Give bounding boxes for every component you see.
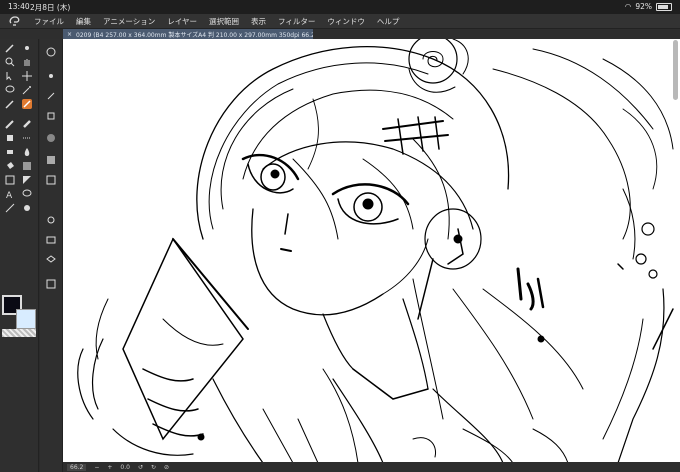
menu-help[interactable]: ヘルプ — [377, 16, 400, 27]
brush-icon[interactable] — [22, 119, 32, 129]
fill-icon[interactable] — [5, 161, 15, 171]
hand-icon[interactable] — [22, 57, 32, 67]
color-history-icon[interactable] — [46, 175, 56, 185]
transparent-color-swatch[interactable] — [2, 329, 36, 337]
rotation-value[interactable]: 0.0 — [120, 464, 130, 471]
date: 2月8日 (木) — [30, 3, 71, 12]
move-icon[interactable] — [22, 71, 32, 81]
balloon-icon[interactable] — [22, 189, 32, 199]
sub-tool-palette — [40, 39, 63, 472]
ios-status-bar: 13:40 2月8日 (木) ◠ 92% — [0, 0, 680, 14]
navigator-icon[interactable] — [46, 47, 56, 57]
text-icon[interactable]: A — [5, 189, 15, 199]
zoom-in-button[interactable]: + — [107, 464, 112, 471]
figure-icon[interactable] — [5, 175, 15, 185]
zoom-level[interactable]: 66.2 — [67, 463, 87, 471]
magic-wand-icon[interactable] — [22, 85, 32, 95]
eraser-icon[interactable] — [5, 147, 15, 157]
rotate-right-icon[interactable]: ↻ — [151, 464, 156, 471]
zoom-out-button[interactable]: − — [94, 464, 99, 471]
layer-stack-icon[interactable] — [46, 255, 56, 265]
airbrush-icon[interactable] — [5, 133, 15, 143]
canvas[interactable] — [63, 39, 680, 463]
close-tab-icon[interactable]: × — [67, 31, 72, 38]
palette-icon[interactable] — [22, 203, 32, 213]
svg-text:A: A — [6, 191, 13, 199]
lasso-icon[interactable] — [5, 85, 15, 95]
operation-icon[interactable] — [5, 71, 15, 81]
reset-rotation-icon[interactable]: ⊘ — [164, 464, 169, 471]
document-tab[interactable]: × 0209 (B4 257.00 x 364.00mm 製本サイズA4 判 2… — [63, 29, 313, 39]
menu-selection[interactable]: 選択範囲 — [209, 16, 239, 27]
gradient-icon[interactable] — [22, 161, 32, 171]
brush-size-icon[interactable] — [22, 43, 32, 53]
sub-color-swatch[interactable] — [16, 309, 36, 329]
sub-tool-icon[interactable] — [46, 111, 56, 121]
menu-animation[interactable]: アニメーション — [103, 16, 155, 27]
battery-icon — [656, 2, 672, 11]
tool-palette: A — [0, 39, 39, 472]
zoom-icon[interactable] — [5, 57, 15, 67]
material-icon[interactable] — [46, 279, 56, 289]
vertical-scrollbar[interactable] — [673, 40, 678, 100]
brush-size-panel-icon[interactable] — [46, 71, 56, 81]
rotate-left-icon[interactable]: ↺ — [138, 464, 143, 471]
menu-layer[interactable]: レイヤー — [167, 16, 197, 27]
color-set-icon[interactable] — [46, 155, 56, 165]
menu-bar: ファイル 編集 アニメーション レイヤー 選択範囲 表示 フィルター ウィンドウ… — [0, 14, 680, 29]
layer-property-icon[interactable] — [46, 215, 56, 225]
pen-icon[interactable] — [22, 99, 32, 109]
clock: 13:40 — [8, 2, 30, 11]
blend-icon[interactable] — [22, 147, 32, 157]
tool-property-icon[interactable] — [46, 91, 56, 101]
frame-icon[interactable] — [22, 175, 32, 185]
menu-filter[interactable]: フィルター — [278, 16, 315, 27]
eyedropper-icon[interactable] — [5, 99, 15, 109]
battery-percent: 92% — [635, 2, 652, 11]
color-wheel-icon[interactable] — [46, 133, 56, 143]
menu-window[interactable]: ウィンドウ — [327, 16, 365, 27]
pencil-icon[interactable] — [5, 119, 15, 129]
decoration-icon[interactable] — [22, 133, 32, 143]
app-logo-icon[interactable] — [8, 16, 22, 26]
line-art-sketch[interactable] — [63, 39, 680, 463]
correct-line-icon[interactable] — [5, 203, 15, 213]
menu-edit[interactable]: 編集 — [76, 16, 91, 27]
canvas-bottom-bar: 66.2 − + 0.0 ↺ ↻ ⊘ — [63, 462, 680, 472]
pen-tool-icon[interactable] — [5, 43, 15, 53]
wifi-icon: ◠ — [624, 2, 632, 11]
layer-icon[interactable] — [46, 235, 56, 245]
menu-view[interactable]: 表示 — [251, 16, 266, 27]
document-title: 0209 (B4 257.00 x 364.00mm 製本サイズA4 判 210… — [76, 31, 313, 39]
menu-file[interactable]: ファイル — [34, 16, 64, 27]
